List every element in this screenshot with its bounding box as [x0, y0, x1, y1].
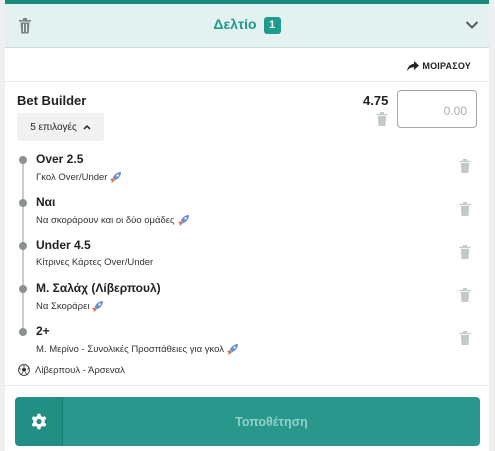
selection-pick: Over 2.5	[36, 152, 84, 166]
divider	[5, 385, 489, 386]
betslip-header[interactable]: Δελτίο 1	[5, 4, 489, 48]
selection-market-label: Κίτρινες Κάρτες Over/Under	[36, 257, 154, 268]
selection-pick: Ναι	[36, 195, 56, 209]
betslip-title: Δελτίο 1	[5, 16, 489, 34]
selection-market-label: Να σκοράρουν και οι δύο ομάδες	[36, 215, 175, 226]
selection-leg: Over 2.5 Γκολ Over/Under	[5, 152, 489, 196]
bet-odds: 4.75	[363, 93, 389, 108]
selections-toggle-label: 5 επιλογές	[30, 121, 77, 133]
footer-actions: Τοποθέτηση	[15, 397, 480, 446]
share-arrow-icon	[407, 61, 420, 71]
selection-market-label: Μ. Μερίνο - Συνολικές Προσπάθειες για γκ…	[36, 344, 224, 355]
place-bet-button[interactable]: Τοποθέτηση	[63, 397, 480, 446]
football-icon	[18, 364, 30, 376]
selection-market: Μ. Μερίνο - Συνολικές Προσπάθειες για γκ…	[36, 343, 239, 356]
settings-button[interactable]	[15, 397, 63, 446]
remove-leg-trash-icon[interactable]	[459, 202, 471, 216]
rocket-boost-icon	[92, 301, 104, 312]
chevron-up-icon	[83, 124, 91, 130]
timeline-dot	[19, 242, 27, 250]
selection-leg: 2+ Μ. Μερίνο - Συνολικές Προσπάθειες για…	[5, 324, 489, 368]
remove-leg-trash-icon[interactable]	[459, 331, 471, 345]
selection-market: Να Σκοράρει	[36, 300, 104, 313]
timeline-dot	[19, 156, 27, 164]
selection-pick: Μ. Σαλάχ (Λίβερπουλ)	[36, 281, 161, 295]
stake-input[interactable]: 0.00	[397, 90, 477, 128]
betslip-count-badge: 1	[263, 17, 281, 34]
selection-leg: Ναι Να σκοράρουν και οι δύο ομάδες	[5, 195, 489, 239]
betslip-panel: Δελτίο 1 ΜΟΙΡΑΣΟΥ Bet Builder 4.75 0.00 5…	[5, 0, 489, 451]
rocket-boost-icon	[226, 344, 238, 355]
selection-pick: Under 4.5	[36, 238, 91, 252]
rocket-boost-icon	[177, 215, 189, 226]
remove-leg-trash-icon[interactable]	[459, 288, 471, 302]
selection-market: Να σκοράρουν και οι δύο ομάδες	[36, 214, 190, 227]
selection-market: Κίτρινες Κάρτες Over/Under	[36, 257, 153, 268]
selection-market-label: Γκολ Over/Under	[36, 172, 108, 183]
remove-leg-trash-icon[interactable]	[459, 159, 471, 173]
timeline-dot	[19, 199, 27, 207]
timeline-dot	[19, 285, 27, 293]
match-name: Λίβερπουλ - Άρσεναλ	[35, 364, 125, 376]
gear-icon	[31, 413, 46, 429]
selection-market: Γκολ Over/Under	[36, 171, 122, 184]
remove-leg-trash-icon[interactable]	[459, 245, 471, 259]
share-label: ΜΟΙΡΑΣΟΥ	[422, 61, 471, 71]
divider	[5, 81, 489, 82]
bet-builder-title: Bet Builder	[17, 93, 87, 108]
betslip-title-text: Δελτίο	[213, 16, 257, 32]
rocket-boost-icon	[110, 172, 122, 183]
remove-bet-trash-icon[interactable]	[376, 112, 388, 126]
selection-leg: Under 4.5 Κίτρινες Κάρτες Over/Under	[5, 238, 489, 282]
timeline-dot	[19, 328, 27, 336]
match-info: Λίβερπουλ - Άρσεναλ	[18, 364, 125, 376]
share-button[interactable]: ΜΟΙΡΑΣΟΥ	[407, 61, 471, 71]
selection-market-label: Να Σκοράρει	[36, 301, 90, 312]
selection-pick: 2+	[36, 324, 50, 338]
chevron-down-icon[interactable]	[465, 20, 479, 30]
selection-leg: Μ. Σαλάχ (Λίβερπουλ) Να Σκοράρει	[5, 281, 489, 325]
selections-toggle-button[interactable]: 5 επιλογές	[17, 113, 104, 141]
